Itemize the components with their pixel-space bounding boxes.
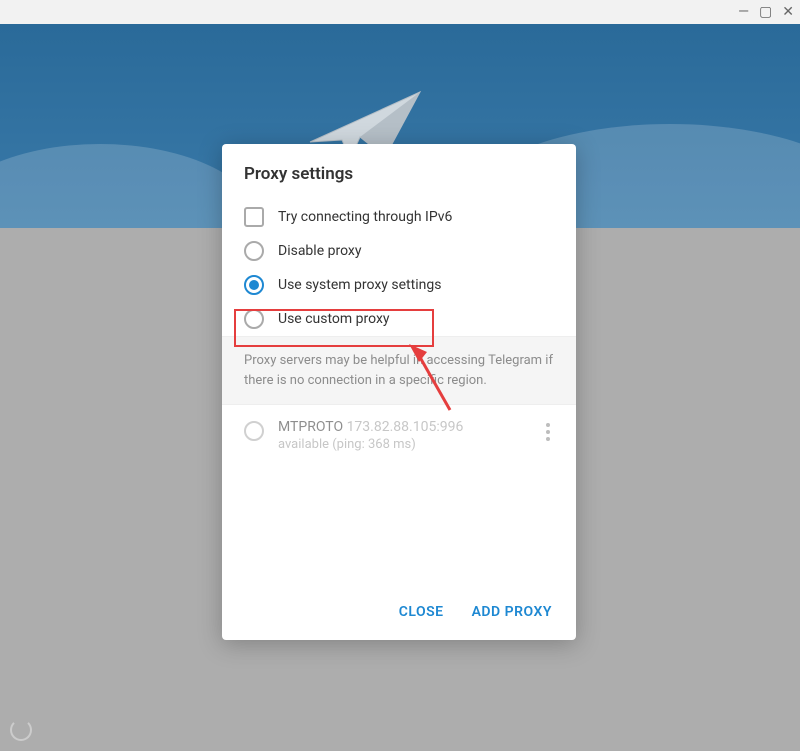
close-icon[interactable]: ✕ (782, 5, 794, 19)
proxy-protocol-address: MTPROTO 173.82.88.105:996 (278, 419, 542, 435)
option-label: Use custom proxy (278, 311, 390, 327)
dialog-title: Proxy settings (222, 144, 576, 200)
close-button[interactable]: CLOSE (399, 604, 444, 620)
maximize-icon[interactable]: ▢ (759, 5, 772, 19)
proxy-list-item[interactable]: MTPROTO 173.82.88.105:996 available (pin… (222, 405, 576, 466)
option-custom-proxy[interactable]: Use custom proxy (222, 302, 576, 336)
option-label: Use system proxy settings (278, 277, 441, 293)
radio-icon (244, 421, 264, 441)
radio-icon (244, 241, 264, 261)
proxy-status: available (ping: 368 ms) (278, 437, 542, 452)
option-system-proxy[interactable]: Use system proxy settings (222, 268, 576, 302)
proxy-settings-dialog: Proxy settings Try connecting through IP… (222, 144, 576, 640)
info-text: Proxy servers may be helpful in accessin… (222, 336, 576, 405)
option-ipv6[interactable]: Try connecting through IPv6 (222, 200, 576, 234)
loading-spinner-icon (10, 719, 32, 741)
add-proxy-button[interactable]: ADD PROXY (472, 604, 552, 620)
option-disable-proxy[interactable]: Disable proxy (222, 234, 576, 268)
window-titlebar: — ▢ ✕ (0, 0, 800, 24)
dialog-actions: CLOSE ADD PROXY (222, 586, 576, 640)
option-label: Try connecting through IPv6 (278, 209, 452, 225)
option-label: Disable proxy (278, 243, 361, 259)
minimize-icon[interactable]: — (738, 5, 749, 19)
radio-icon (244, 309, 264, 329)
radio-selected-icon (244, 275, 264, 295)
checkbox-icon (244, 207, 264, 227)
kebab-menu-icon[interactable] (542, 419, 554, 445)
